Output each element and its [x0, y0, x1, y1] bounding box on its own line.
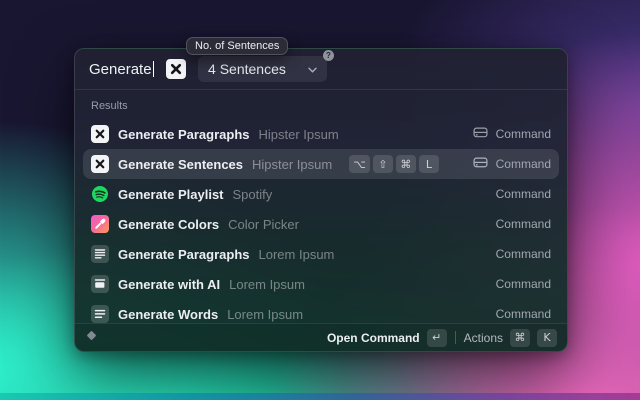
item-subtitle: Lorem Ipsum: [227, 307, 303, 322]
option-keycap: ⌥: [349, 155, 370, 173]
item-subtitle: Color Picker: [228, 217, 299, 232]
hipster-ipsum-x-icon: [91, 125, 109, 143]
shift-keycap: ⇧: [373, 155, 393, 173]
screen-bottom-edge: [0, 393, 640, 400]
l-keycap: L: [419, 155, 439, 173]
open-command-button[interactable]: Open Command ↵: [327, 329, 447, 347]
item-title: Generate Sentences: [118, 157, 243, 172]
item-type: Command: [496, 217, 551, 231]
item-type: Command: [496, 277, 551, 291]
search-input[interactable]: Generate: [89, 61, 154, 78]
desktop-background: No. of Sentences Generate 4 Sentences ?: [0, 0, 640, 400]
search-bar: Generate 4 Sentences ?: [75, 49, 567, 89]
list-item-generate-with-ai[interactable]: Generate with AI Lorem Ipsum Command: [83, 269, 559, 299]
raycast-logo-icon: [85, 329, 98, 347]
word-lines-icon: [91, 305, 109, 323]
list-item-generate-paragraphs-hipster[interactable]: Generate Paragraphs Hipster Ipsum Comman…: [83, 119, 559, 149]
list-item-generate-sentences-hipster[interactable]: Generate Sentences Hipster Ipsum ⌥ ⇧ ⌘ L…: [83, 149, 559, 179]
item-type: Command: [496, 247, 551, 261]
help-badge-icon[interactable]: ?: [323, 50, 334, 61]
item-title: Generate Paragraphs: [118, 247, 250, 262]
sentences-dropdown-value: 4 Sentences: [208, 61, 286, 77]
item-title: Generate with AI: [118, 277, 220, 292]
search-input-value: Generate: [89, 61, 152, 78]
item-subtitle: Lorem Ipsum: [259, 247, 335, 262]
item-subtitle: Lorem Ipsum: [229, 277, 305, 292]
open-command-label: Open Command: [327, 331, 420, 345]
text-block-icon: [91, 275, 109, 293]
item-type: Command: [496, 187, 551, 201]
keyboard-shortcut: ⌥ ⇧ ⌘ L: [349, 155, 439, 173]
text-caret: [153, 61, 155, 77]
item-type: Command: [496, 157, 551, 171]
item-type: Command: [496, 307, 551, 321]
paragraph-lines-icon: [91, 245, 109, 263]
return-keycap: ↵: [427, 329, 447, 347]
color-picker-icon: [91, 215, 109, 233]
actions-button[interactable]: Actions ⌘ K: [464, 329, 557, 347]
tooltip-no-of-sentences: No. of Sentences: [186, 37, 288, 55]
item-title: Generate Colors: [118, 217, 219, 232]
drive-icon: [473, 125, 488, 143]
chevron-down-icon: [308, 60, 317, 78]
status-bar: Open Command ↵ Actions ⌘ K: [75, 323, 567, 351]
command-keycap: ⌘: [510, 329, 530, 347]
results-list: Results Generate Paragraphs Hipster Ipsu…: [75, 90, 567, 323]
results-header: Results: [75, 95, 567, 119]
list-item-generate-paragraphs-lorem[interactable]: Generate Paragraphs Lorem Ipsum Command: [83, 239, 559, 269]
command-palette-window: Generate 4 Sentences ? Results: [74, 48, 568, 352]
item-subtitle: Spotify: [233, 187, 273, 202]
command-keycap: ⌘: [396, 155, 416, 173]
item-type: Command: [496, 127, 551, 141]
k-keycap: K: [537, 329, 557, 347]
divider: [455, 331, 456, 344]
actions-label: Actions: [464, 331, 503, 345]
list-item-generate-colors[interactable]: Generate Colors Color Picker Command: [83, 209, 559, 239]
item-subtitle: Hipster Ipsum: [259, 127, 339, 142]
list-item-generate-playlist-spotify[interactable]: Generate Playlist Spotify Command: [83, 179, 559, 209]
hipster-ipsum-x-icon: [166, 59, 186, 79]
sentences-dropdown[interactable]: 4 Sentences ?: [198, 56, 327, 82]
item-title: Generate Playlist: [118, 187, 224, 202]
item-title: Generate Paragraphs: [118, 127, 250, 142]
drive-icon: [473, 155, 488, 173]
hipster-ipsum-x-icon: [91, 155, 109, 173]
spotify-icon: [91, 185, 109, 203]
item-subtitle: Hipster Ipsum: [252, 157, 332, 172]
item-title: Generate Words: [118, 307, 218, 322]
list-item-generate-words[interactable]: Generate Words Lorem Ipsum Command: [83, 299, 559, 323]
